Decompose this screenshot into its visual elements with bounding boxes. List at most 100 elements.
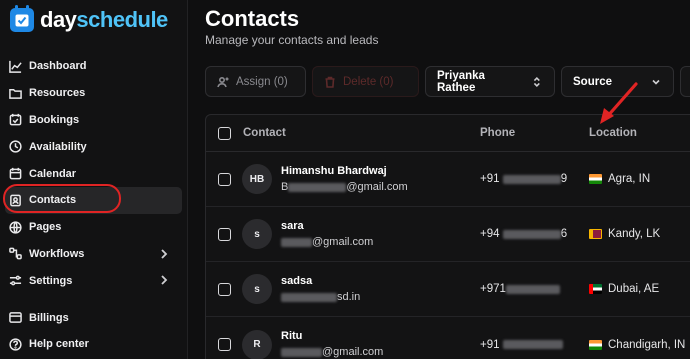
redacted-text [281, 237, 312, 247]
avatar: s [242, 219, 272, 249]
contact-card-icon [9, 194, 22, 207]
india-flag-icon [589, 339, 602, 350]
redacted-text [502, 229, 561, 239]
location-text: Agra, IN [608, 173, 651, 185]
location-text: Kandy, LK [608, 228, 661, 240]
table-row[interactable]: s sara @gmail.com +94 6 Kandy, LK [206, 207, 690, 262]
india-flag-icon [589, 174, 602, 184]
contact-name[interactable]: Ritu [281, 330, 383, 342]
sidebar-item-label: Billings [29, 311, 69, 324]
sliders-icon [9, 274, 22, 287]
contact-name[interactable]: Himanshu Bhardwaj [281, 165, 408, 177]
contact-phone: +971 [480, 283, 560, 295]
redacted-text [281, 292, 337, 302]
contact-email: sd.in [281, 291, 360, 303]
brand-name: dayschedule [40, 7, 168, 32]
contacts-table: Contact Phone Location HB Himanshu Bhard… [205, 114, 690, 359]
folder-icon [9, 87, 22, 100]
avatar: s [242, 274, 272, 304]
sidebar-item-label: Contacts [29, 194, 77, 207]
sidebar-item-pages[interactable]: Pages [0, 214, 182, 241]
contact-info: sara @gmail.com [281, 220, 373, 248]
location-text: Chandigarh, IN [608, 338, 686, 351]
sidebar-item-label: Workflows [29, 247, 85, 260]
billing-icon [9, 311, 22, 324]
contact-info: Himanshu Bhardwaj B @gmail.com [281, 165, 408, 193]
clock-icon [9, 140, 22, 153]
redacted-text [502, 340, 563, 349]
contact-location: Dubai, AE [589, 283, 659, 295]
sidebar-item-contacts[interactable]: Contacts [5, 186, 182, 214]
sidebar: dayschedule Dashboard Resources Bookings… [0, 0, 188, 359]
sidebar-item-calendar[interactable]: Calendar [0, 160, 182, 187]
calendar-icon [9, 167, 22, 180]
help-circle-icon [9, 338, 22, 351]
redacted-text [502, 174, 561, 184]
table-row[interactable]: HB Himanshu Bhardwaj B @gmail.com +91 9 A… [206, 152, 690, 207]
brand-logo[interactable]: dayschedule [10, 5, 168, 34]
location-text: Dubai, AE [608, 283, 660, 295]
sidebar-nav: Dashboard Resources Bookings Availabilit… [0, 53, 188, 358]
contact-phone: +91 9 [480, 173, 568, 185]
table-row[interactable]: R Ritu @gmail.com +91 Chandigarh, IN [206, 317, 690, 359]
sidebar-item-help-center[interactable]: Help center [0, 331, 182, 358]
delete-button[interactable]: Delete (0) [312, 66, 419, 97]
owner-select[interactable]: Priyanka Rathee [425, 66, 555, 97]
column-header-location[interactable]: Location [589, 127, 637, 139]
sidebar-item-label: Calendar [29, 167, 77, 180]
row-checkbox[interactable] [218, 172, 231, 186]
avatar: HB [242, 164, 272, 194]
sidebar-item-billings[interactable]: Billings [0, 304, 182, 331]
sidebar-item-workflows[interactable]: Workflows [0, 241, 182, 268]
page-title: Contacts [205, 6, 300, 31]
contact-email: B @gmail.com [281, 181, 408, 193]
toolbar: Assign (0) Delete (0) Priyanka Rathee So… [205, 66, 690, 97]
page-subtitle: Manage your contacts and leads [205, 33, 379, 47]
more-filter-button[interactable] [680, 66, 690, 97]
column-header-phone[interactable]: Phone [480, 127, 515, 139]
redacted-text [288, 182, 347, 192]
contact-info: sadsa sd.in [281, 275, 360, 303]
sidebar-item-bookings[interactable]: Bookings [0, 107, 182, 134]
chevron-down-icon [652, 79, 660, 85]
source-select-value: Source [573, 75, 612, 88]
calendar-check-logo-icon [10, 5, 34, 32]
nav-divider [0, 294, 188, 304]
redacted-text [281, 347, 322, 357]
source-select[interactable]: Source [561, 66, 674, 97]
row-checkbox[interactable] [218, 227, 231, 241]
contact-phone: +94 6 [480, 228, 568, 240]
workflow-icon [9, 247, 22, 260]
sidebar-item-settings[interactable]: Settings [0, 267, 182, 294]
delete-button-label: Delete (0) [343, 75, 394, 88]
sidebar-item-availability[interactable]: Availability [0, 133, 182, 160]
chevron-up-down-icon [534, 76, 541, 87]
contact-location: Kandy, LK [589, 228, 660, 240]
contact-name[interactable]: sadsa [281, 275, 360, 287]
chevron-right-icon[interactable] [158, 274, 170, 286]
contact-email: @gmail.com [281, 346, 383, 358]
column-header-contact[interactable]: Contact [243, 127, 286, 139]
contact-phone: +91 [480, 339, 563, 351]
sidebar-item-label: Dashboard [29, 60, 87, 73]
assign-button[interactable]: Assign (0) [205, 66, 306, 97]
table-row[interactable]: s sadsa sd.in +971 Dubai, AE [206, 262, 690, 317]
calendar-check-icon [9, 113, 22, 126]
sidebar-item-label: Availability [29, 140, 87, 153]
sidebar-item-label: Help center [29, 338, 89, 351]
row-checkbox[interactable] [218, 282, 231, 296]
user-plus-icon [217, 76, 229, 87]
app-window: dayschedule Dashboard Resources Bookings… [0, 0, 690, 359]
trash-icon [325, 76, 335, 88]
contact-location: Chandigarh, IN [589, 339, 685, 351]
sidebar-item-resources[interactable]: Resources [0, 80, 182, 107]
owner-select-value: Priyanka Rathee [437, 69, 485, 94]
contact-name[interactable]: sara [281, 220, 373, 232]
sidebar-item-label: Resources [29, 87, 86, 100]
sidebar-item-dashboard[interactable]: Dashboard [0, 53, 182, 80]
contact-email: @gmail.com [281, 236, 373, 248]
chevron-right-icon[interactable] [158, 248, 170, 260]
select-all-checkbox[interactable] [218, 126, 231, 140]
chart-line-icon [9, 60, 22, 73]
row-checkbox[interactable] [218, 338, 231, 351]
